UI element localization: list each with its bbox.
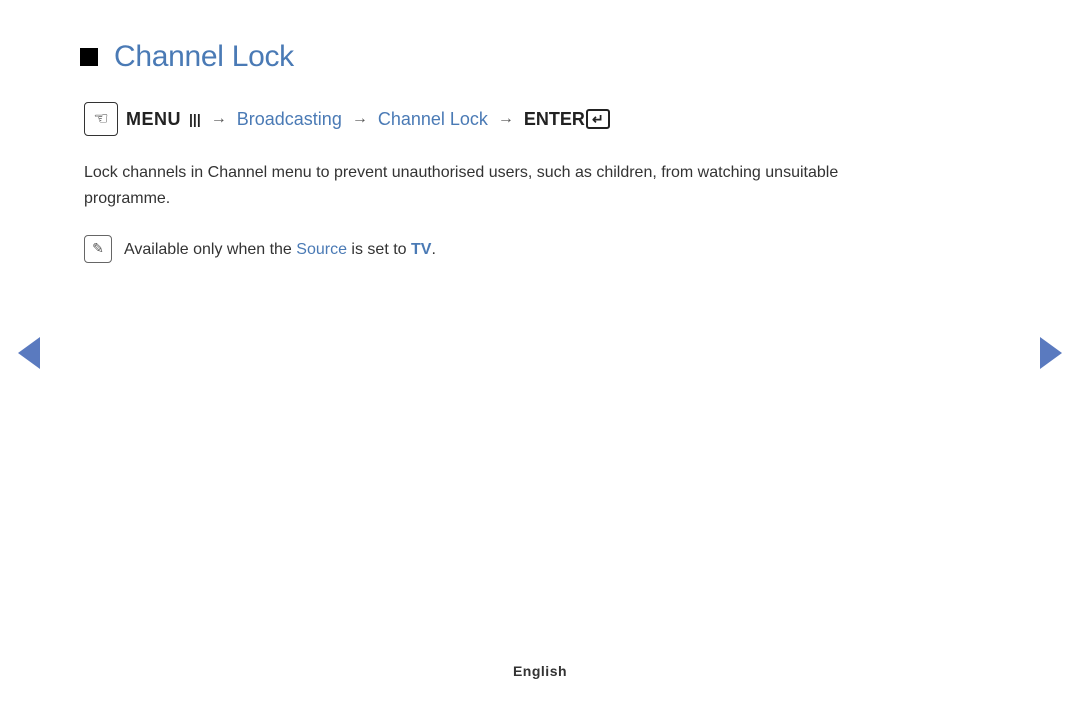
note-row: ✎ Available only when the Source is set …	[84, 235, 900, 263]
note-text-before: Available only when the	[124, 241, 296, 258]
menu-path-row: ☜ MENU ||| → Broadcasting → Channel Lock…	[84, 102, 900, 136]
arrow-3: →	[498, 110, 514, 128]
menu-label: MENU	[126, 109, 181, 130]
description-text: Lock channels in Channel menu to prevent…	[84, 160, 900, 213]
main-content: Channel Lock ☜ MENU ||| → Broadcasting →…	[0, 0, 980, 303]
channel-lock-link[interactable]: Channel Lock	[378, 109, 488, 130]
title-row: Channel Lock	[80, 40, 900, 74]
enter-label: ENTER	[524, 109, 585, 130]
enter-wrapper: ENTER↵	[524, 109, 610, 130]
arrow-2: →	[352, 110, 368, 128]
note-text-middle: is set to	[347, 241, 411, 258]
menu-bars: |||	[189, 111, 201, 127]
footer: English	[0, 663, 1080, 681]
menu-button-icon: ☜	[84, 102, 118, 136]
note-text-end: .	[431, 241, 435, 258]
page-title: Channel Lock	[114, 40, 294, 74]
section-icon	[80, 48, 98, 66]
broadcasting-link[interactable]: Broadcasting	[237, 109, 342, 130]
nav-arrow-left[interactable]	[18, 337, 40, 369]
arrow-1: →	[211, 110, 227, 128]
note-text: Available only when the Source is set to…	[124, 235, 436, 263]
footer-language: English	[513, 663, 567, 679]
enter-icon: ↵	[586, 109, 610, 129]
nav-arrow-right[interactable]	[1040, 337, 1062, 369]
source-link[interactable]: Source	[296, 241, 347, 258]
note-icon: ✎	[84, 235, 112, 263]
tv-link[interactable]: TV	[411, 241, 431, 258]
